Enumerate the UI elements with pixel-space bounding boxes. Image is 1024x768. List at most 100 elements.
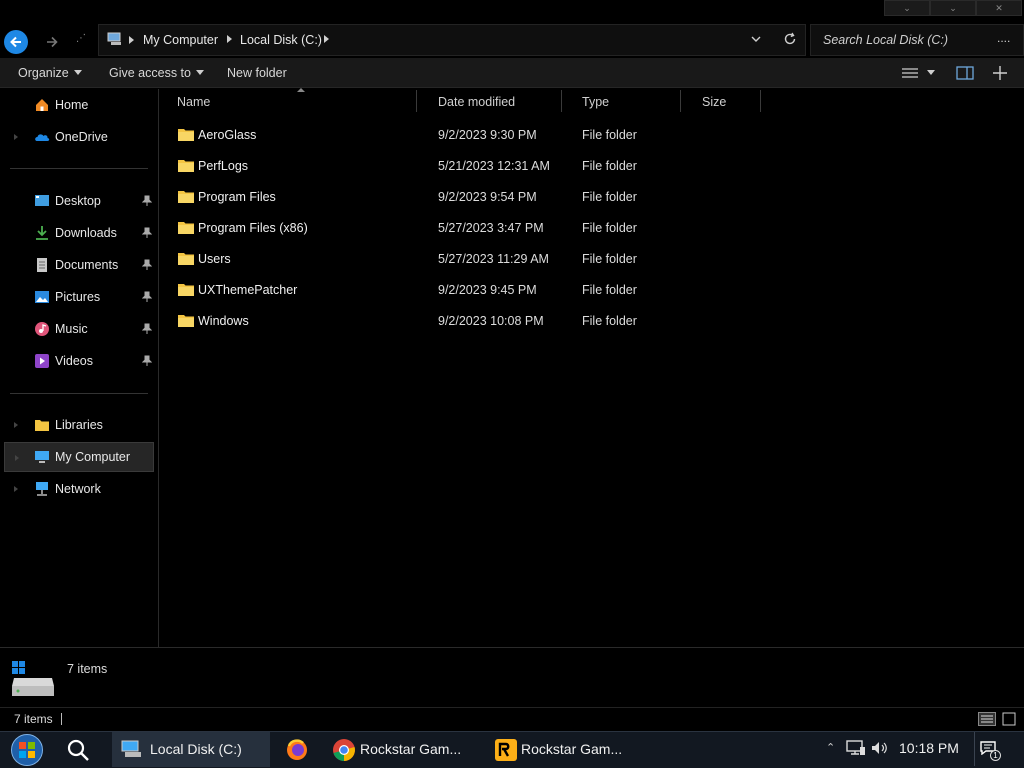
pin-icon[interactable] — [142, 291, 152, 303]
file-name: Windows — [198, 314, 249, 328]
view-chevron-down-icon[interactable] — [927, 70, 935, 75]
nav-item-network[interactable]: Network — [0, 474, 158, 504]
nav-label-downloads: Downloads — [55, 226, 117, 240]
start-button[interactable] — [4, 732, 50, 767]
libraries-icon — [35, 420, 49, 431]
pin-icon[interactable] — [142, 323, 152, 335]
new-folder-button[interactable]: New folder — [227, 66, 287, 80]
breadcrumb-separator-icon[interactable] — [227, 35, 232, 43]
address-history-chevron-icon[interactable] — [750, 34, 762, 44]
nav-label-pictures: Pictures — [55, 290, 101, 304]
file-row[interactable]: AeroGlass 9/2/2023 9:30 PM File folder — [160, 120, 1024, 151]
search-more-icon[interactable]: .... — [997, 31, 1010, 45]
column-divider[interactable] — [561, 90, 562, 112]
expand-arrow-icon[interactable] — [14, 486, 18, 492]
file-row[interactable]: Program Files (x86) 5/27/2023 3:47 PM Fi… — [160, 213, 1024, 244]
expand-arrow-icon[interactable] — [14, 422, 18, 428]
documents-icon — [37, 258, 47, 272]
nav-item-pictures[interactable]: Pictures — [0, 282, 158, 312]
nav-label-desktop: Desktop — [55, 194, 101, 208]
nav-item-documents[interactable]: Documents — [0, 250, 158, 280]
nav-label-network: Network — [55, 482, 101, 496]
notification-center-button[interactable]: 1 — [978, 738, 1002, 762]
file-row[interactable]: UXThemePatcher 9/2/2023 9:45 PM File fol… — [160, 275, 1024, 306]
folder-icon — [178, 160, 194, 172]
taskbar-item-firefox[interactable] — [278, 732, 318, 767]
back-button[interactable] — [4, 30, 28, 54]
close-button[interactable]: ✕ — [976, 0, 1022, 16]
nav-item-home[interactable]: Home — [0, 90, 158, 120]
large-icons-view-icon[interactable] — [1002, 712, 1016, 726]
cloud-icon — [35, 134, 50, 141]
status-separator — [61, 713, 62, 725]
file-type: File folder — [582, 283, 637, 297]
column-divider[interactable] — [416, 90, 417, 112]
view-options-icon[interactable] — [901, 67, 919, 79]
file-explorer-icon — [121, 740, 141, 757]
taskbar-item-chrome[interactable]: Rockstar Gam... — [326, 732, 484, 767]
breadcrumb-separator-icon[interactable] — [129, 36, 134, 44]
show-hidden-icons-icon[interactable]: ⌃ — [826, 741, 835, 754]
taskbar-item-file-explorer[interactable]: Local Disk (C:) — [112, 732, 270, 767]
pictures-icon — [35, 291, 49, 303]
file-row[interactable]: PerfLogs 5/21/2023 12:31 AM File folder — [160, 151, 1024, 182]
forward-arrow-icon — [47, 36, 58, 48]
details-item-count: 7 items — [67, 662, 108, 676]
downloads-icon — [36, 226, 48, 240]
folder-icon — [178, 284, 194, 296]
breadcrumb-local-disk[interactable]: Local Disk (C:) — [240, 33, 322, 47]
minimize-button[interactable]: ⌄ — [884, 0, 930, 16]
pin-icon[interactable] — [142, 355, 152, 367]
column-header-size[interactable]: Size — [702, 95, 726, 109]
column-header-name[interactable]: Name — [177, 95, 210, 109]
volume-icon[interactable] — [871, 741, 889, 755]
file-row[interactable]: Windows 9/2/2023 10:08 PM File folder — [160, 306, 1024, 337]
nav-item-my-computer[interactable]: My Computer — [4, 442, 154, 472]
pin-icon[interactable] — [142, 227, 152, 239]
refresh-icon[interactable] — [783, 32, 797, 46]
nav-label-documents: Documents — [55, 258, 119, 272]
file-row[interactable]: Program Files 9/2/2023 9:54 PM File fold… — [160, 182, 1024, 213]
taskbar-item-rockstar-launcher[interactable]: Rockstar Gam... — [488, 732, 640, 767]
column-divider[interactable] — [680, 90, 681, 112]
nav-item-downloads[interactable]: Downloads — [0, 218, 158, 248]
column-header-date-modified[interactable]: Date modified — [438, 95, 515, 109]
network-icon — [36, 482, 48, 496]
search-icon[interactable] — [66, 738, 90, 762]
search-input[interactable]: Search Local Disk (C:) .... — [810, 24, 1024, 56]
organize-button[interactable]: Organize — [18, 66, 82, 80]
give-access-button[interactable]: Give access to — [109, 66, 204, 80]
nav-item-desktop[interactable]: Desktop — [0, 186, 158, 216]
column-divider[interactable] — [760, 90, 761, 112]
new-folder-label: New folder — [227, 66, 287, 80]
nav-label-home: Home — [55, 98, 89, 112]
rockstar-icon — [495, 739, 517, 761]
pin-icon[interactable] — [142, 195, 152, 207]
expand-arrow-icon[interactable] — [14, 134, 18, 140]
details-view-icon[interactable] — [978, 712, 996, 726]
nav-divider — [10, 393, 148, 394]
chrome-icon — [333, 739, 355, 761]
nav-item-onedrive[interactable]: OneDrive — [0, 122, 158, 152]
drive-icon — [12, 661, 54, 696]
expand-arrow-icon[interactable] — [15, 455, 19, 461]
recent-locations-icon[interactable]: ⋰ — [76, 33, 86, 44]
clock-time[interactable]: 10:18 PM — [899, 740, 959, 756]
home-icon — [36, 99, 48, 111]
nav-label-videos: Videos — [55, 354, 93, 368]
file-type: File folder — [582, 190, 637, 204]
file-type: File folder — [582, 128, 637, 142]
pin-icon[interactable] — [142, 259, 152, 271]
nav-item-libraries[interactable]: Libraries — [0, 410, 158, 440]
breadcrumb-separator-icon[interactable] — [324, 35, 329, 43]
nav-item-music[interactable]: Music — [0, 314, 158, 344]
file-row[interactable]: Users 5/27/2023 11:29 AM File folder — [160, 244, 1024, 275]
maximize-button[interactable]: ⌄ — [930, 0, 976, 16]
network-status-icon[interactable] — [846, 740, 866, 756]
preview-pane-icon[interactable] — [956, 66, 974, 80]
forward-button[interactable] — [40, 30, 64, 54]
breadcrumb-my-computer[interactable]: My Computer — [143, 33, 218, 47]
add-icon[interactable] — [992, 65, 1008, 81]
column-header-type[interactable]: Type — [582, 95, 609, 109]
nav-item-videos[interactable]: Videos — [0, 346, 158, 376]
